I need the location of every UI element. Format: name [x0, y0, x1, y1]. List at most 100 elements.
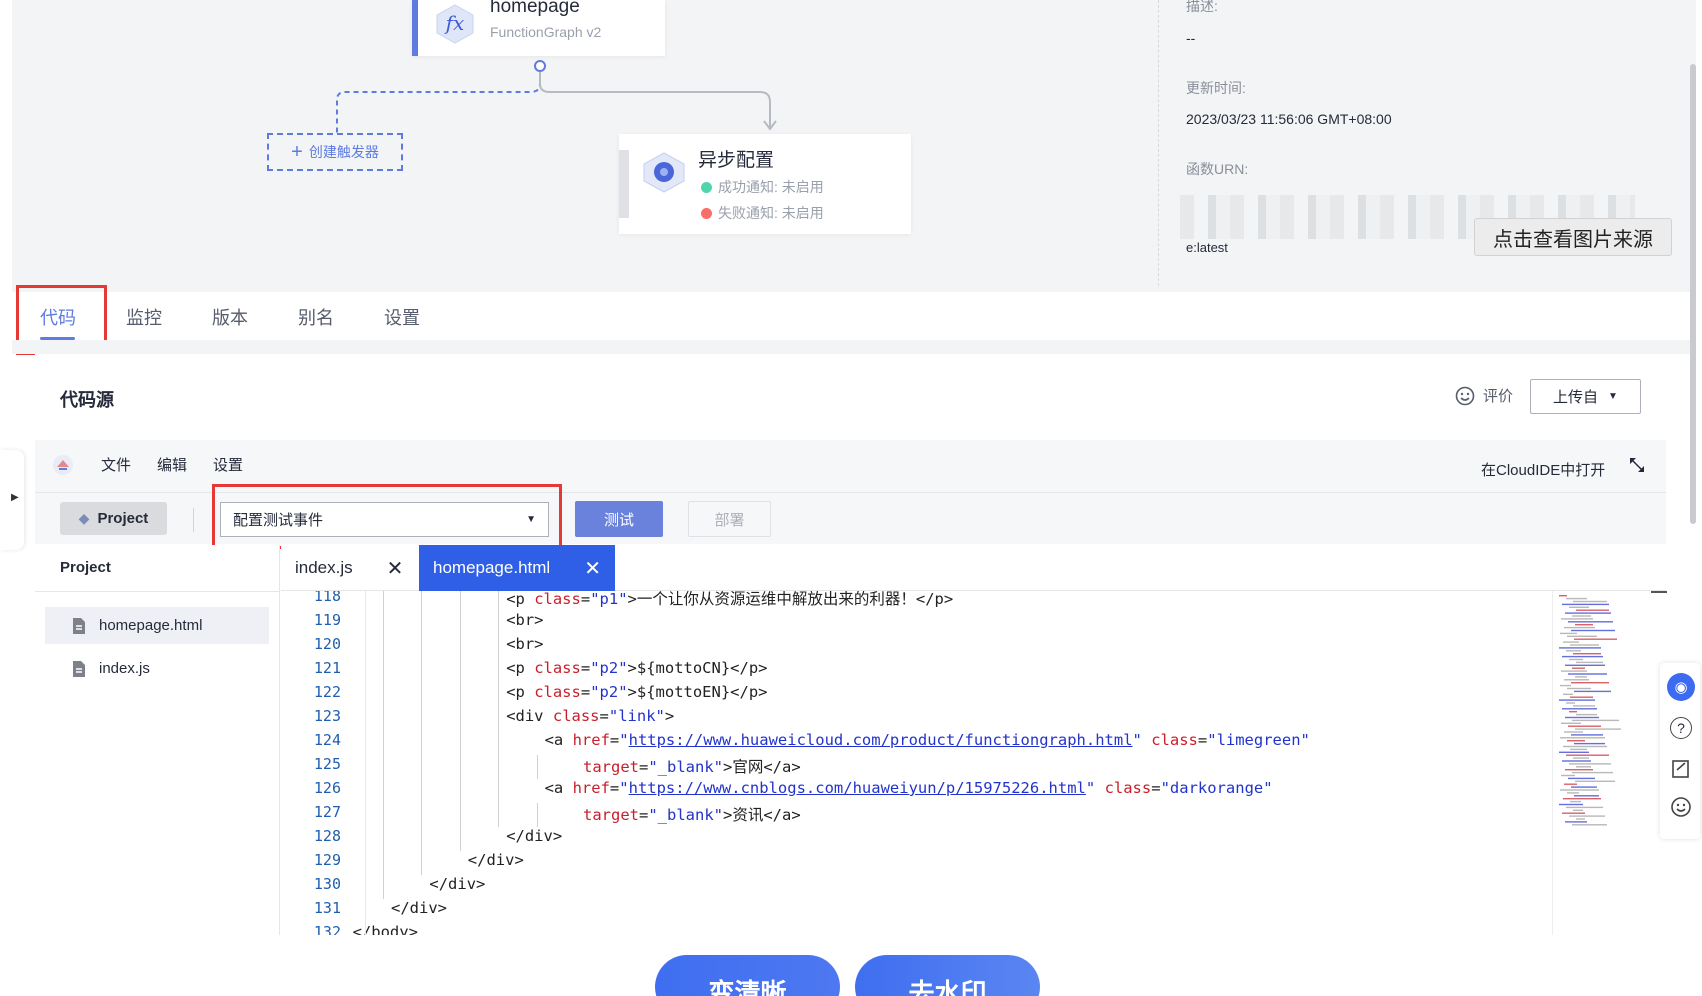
menu-settings[interactable]: 设置 [213, 454, 243, 475]
feedback-smile-icon[interactable] [1670, 796, 1692, 818]
code-token: = [580, 683, 591, 701]
code-token: <p [506, 591, 535, 608]
tab-alias[interactable]: 别名 [298, 304, 334, 330]
tab-monitor[interactable]: 监控 [126, 304, 162, 330]
tab-settings[interactable]: 设置 [384, 304, 420, 330]
updated-label: 更新时间: [1186, 80, 1246, 96]
page-scrollbar[interactable] [1690, 64, 1696, 524]
file-item-index[interactable]: index.js [45, 650, 269, 687]
desc-label: 描述: [1186, 0, 1218, 14]
create-trigger-label: 创建触发器 [308, 144, 379, 160]
code-line: <p class="p2">${mottoCN}</p> [506, 659, 767, 677]
async-config-title: 异步配置 [698, 150, 775, 171]
code-line: target="_blank">资讯</a> [583, 803, 801, 825]
minimap-line [1559, 803, 1583, 806]
code-token: href [572, 731, 610, 749]
minimap-line [1568, 673, 1607, 675]
minimap-line [1560, 737, 1605, 739]
code-token[interactable]: https://www.cnblogs.com/huaweiyun/p/1597… [629, 779, 1086, 797]
minimap-line [1565, 612, 1611, 614]
code-token: "limegreen" [1207, 731, 1310, 749]
edit-note-icon[interactable] [1670, 758, 1692, 780]
minimap-line [1572, 615, 1591, 617]
explorer-title: Project [60, 559, 111, 576]
code-token: > [664, 707, 675, 725]
minimap-line [1565, 769, 1593, 771]
code-line: </div> [429, 875, 485, 893]
code-token: >官网</a> [723, 758, 801, 776]
deploy-button[interactable]: 部署 [688, 501, 771, 537]
code-token: class [1151, 731, 1198, 749]
code-token: "p1" [590, 591, 628, 608]
menu-edit[interactable]: 编辑 [157, 454, 187, 475]
help-icon[interactable]: ? [1670, 717, 1692, 739]
minimap-line [1576, 609, 1609, 611]
code-token: = [639, 758, 649, 776]
minimap-line [1562, 655, 1603, 658]
feedback-label: 评价 [1483, 388, 1514, 405]
code-token: >${mottoCN}</p> [627, 659, 768, 677]
editor-tab-index-js[interactable]: index.js ✕ [281, 545, 417, 591]
close-icon[interactable]: ✕ [584, 556, 601, 581]
code-line: </body> [353, 923, 418, 935]
line-number: 120 [313, 635, 341, 653]
expand-icon[interactable] [1628, 456, 1646, 474]
menu-file[interactable]: 文件 [101, 454, 131, 475]
code-token: <br> [506, 635, 544, 653]
minimap-line [1568, 725, 1601, 727]
project-button[interactable]: ◆ Project [60, 502, 167, 535]
minimap-line [1559, 595, 1567, 597]
minimap-line [1563, 641, 1579, 643]
code-token: = [609, 779, 620, 797]
minimap-line [1573, 809, 1583, 811]
code-token: >资讯</a> [723, 806, 801, 824]
tab-version[interactable]: 版本 [212, 304, 248, 330]
file-item-homepage[interactable]: homepage.html [45, 607, 269, 644]
updated-value: 2023/03/23 11:56:06 GMT+08:00 [1186, 111, 1392, 127]
image-source-tooltip[interactable]: 点击查看图片来源 [1474, 218, 1672, 256]
minimap-line [1574, 638, 1617, 640]
create-trigger-button[interactable]: + 创建触发器 [267, 133, 403, 171]
success-dot [701, 182, 712, 193]
minimap-line [1561, 774, 1575, 777]
indent-guide [459, 591, 461, 851]
minimap-line [1570, 800, 1581, 803]
indent-guide [536, 755, 538, 779]
feedback-link[interactable]: 评价 [1455, 385, 1513, 406]
urn-label: 函数URN: [1186, 161, 1249, 177]
open-in-cloudide-link[interactable]: 在CloudIDE中打开 [1481, 459, 1605, 480]
code-token[interactable]: https://www.huaweicloud.com/product/func… [629, 731, 1133, 749]
code-token: = [580, 659, 591, 677]
editor-tab-homepage-html[interactable]: homepage.html ✕ [419, 545, 615, 591]
minimap-line [1559, 647, 1601, 649]
code-token: target [583, 806, 639, 824]
sharpen-button[interactable]: 变清晰 [655, 955, 840, 996]
indent-guide [383, 591, 384, 899]
side-collapse-handle[interactable]: ▶ [0, 450, 24, 550]
upload-from-dropdown[interactable]: 上传自 ▼ [1530, 379, 1641, 414]
minimap-line [1576, 766, 1591, 768]
line-number: 126 [313, 779, 341, 797]
toolbar-divider [193, 508, 194, 532]
line-number: 132 [313, 923, 341, 935]
caret-right-icon: ▶ [11, 492, 19, 503]
code-token: = [580, 591, 591, 608]
code-token: class [1104, 779, 1152, 797]
close-icon[interactable]: ✕ [387, 556, 404, 581]
minimap-line [1559, 699, 1595, 701]
minimap-line [1575, 728, 1621, 730]
code-minimap[interactable] [1552, 591, 1652, 935]
minimap-line [1563, 693, 1573, 695]
code-token: <a [544, 779, 573, 797]
remove-watermark-button[interactable]: 去水印 [855, 955, 1040, 996]
fail-notify: 失败通知: 未启用 [701, 203, 824, 223]
code-editor[interactable]: 118 <p class="p1">一个让你从资源运维中解放出来的利器！</p> 1… [281, 591, 1551, 935]
code-token: "_blank" [648, 806, 723, 824]
minimap-line [1574, 742, 1605, 745]
customer-service-icon[interactable]: ◉ [1667, 673, 1695, 701]
minimap-marker [1651, 591, 1667, 593]
test-button[interactable]: 测试 [575, 501, 663, 537]
fail-notify-text: 失败通知: 未启用 [718, 205, 824, 221]
minimap-line [1560, 789, 1599, 791]
